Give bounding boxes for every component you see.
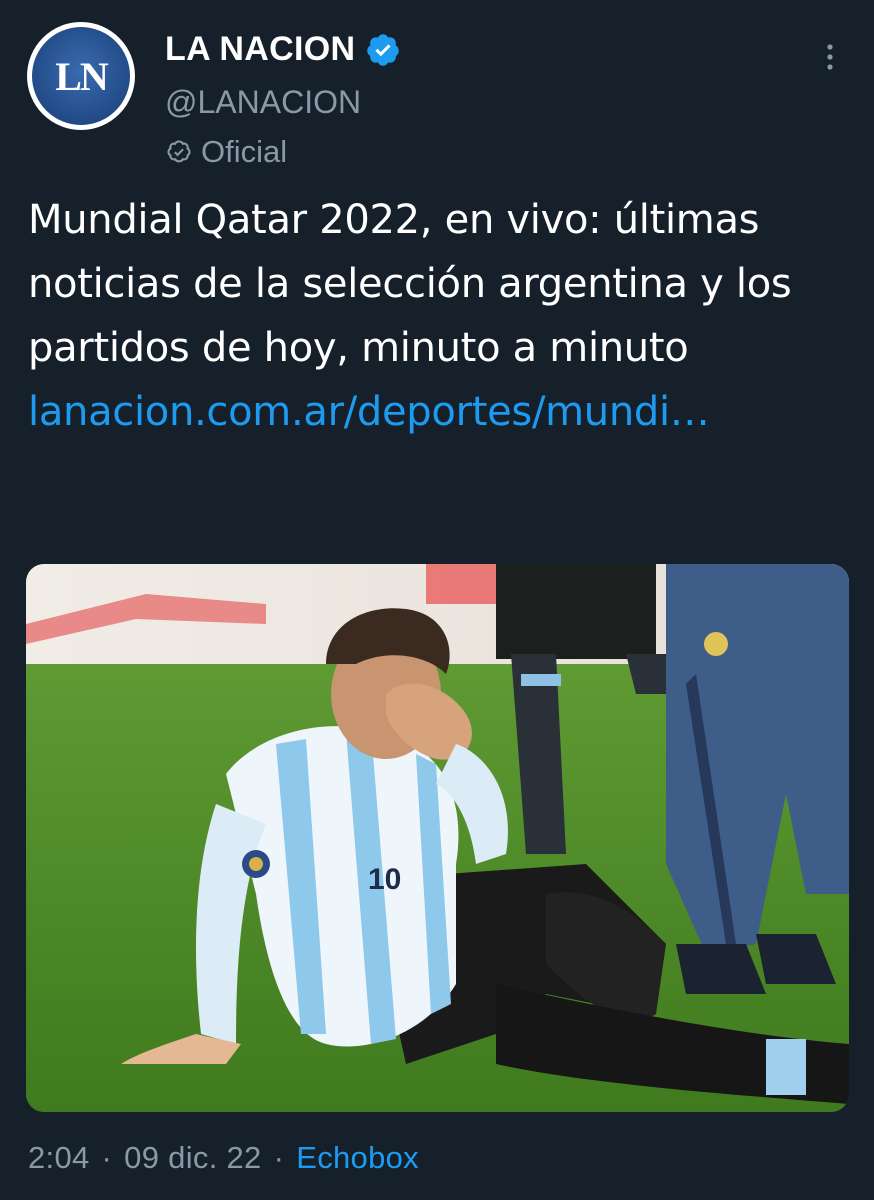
jersey-number: 10 bbox=[368, 863, 401, 896]
avatar-logo-text: LN bbox=[55, 53, 109, 99]
tweet-time[interactable]: 2:04 bbox=[28, 1140, 90, 1176]
avatar[interactable]: LN bbox=[27, 22, 135, 130]
more-options-icon[interactable] bbox=[818, 42, 842, 72]
tweet-meta: 2:04 · 09 dic. 22 · Echobox bbox=[28, 1140, 419, 1176]
meta-separator: · bbox=[101, 1140, 113, 1175]
verified-badge-icon bbox=[367, 33, 400, 66]
meta-separator: · bbox=[273, 1140, 285, 1175]
tweet-date[interactable]: 09 dic. 22 bbox=[124, 1140, 261, 1176]
account-handle[interactable]: @LANACION bbox=[165, 84, 361, 121]
tweet[interactable]: LN LA NACION @LANACION Oficial Mundial Q… bbox=[0, 0, 874, 1200]
official-label: Oficial bbox=[165, 134, 287, 170]
tweet-source[interactable]: Echobox bbox=[296, 1140, 419, 1176]
tweet-body: Mundial Qatar 2022, en vivo: últimas not… bbox=[28, 197, 792, 371]
official-check-icon bbox=[167, 140, 191, 163]
photo-soccer-player: 10 bbox=[26, 564, 849, 1112]
official-text: Oficial bbox=[201, 134, 288, 169]
tweet-photo[interactable]: 10 bbox=[26, 564, 849, 1112]
avatar-logo: LN bbox=[32, 27, 130, 125]
display-name[interactable]: LA NACION bbox=[165, 30, 355, 69]
tweet-link[interactable]: lanacion.com.ar/deportes/mundi… bbox=[28, 389, 710, 435]
name-row: LA NACION bbox=[165, 30, 401, 69]
tweet-text: Mundial Qatar 2022, en vivo: últimas not… bbox=[28, 188, 858, 444]
